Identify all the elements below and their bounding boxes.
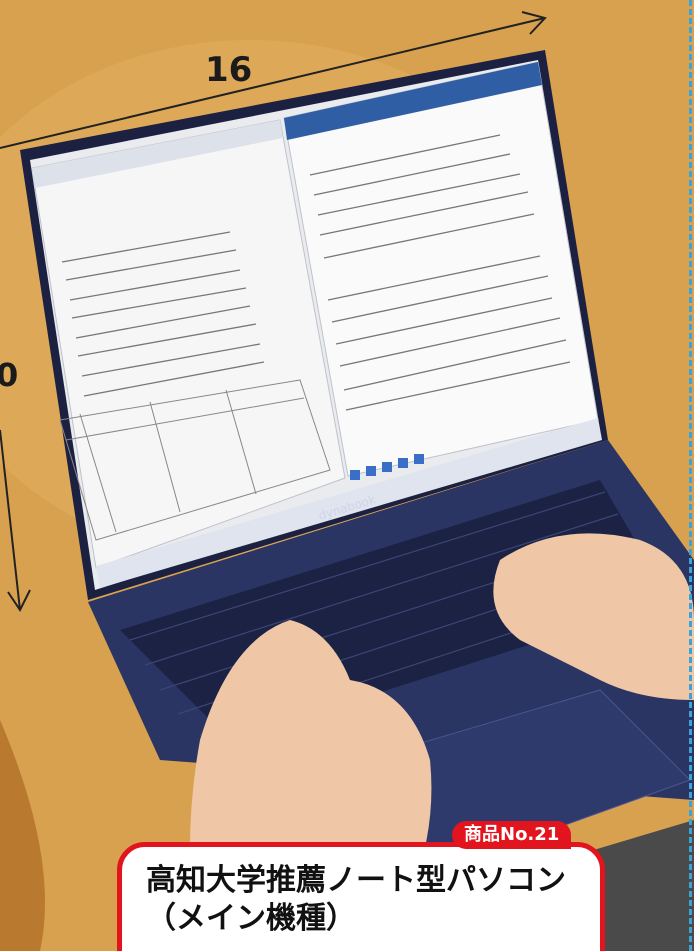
- product-name: 高知大学推薦ノート型パソコン （メイン機種）: [146, 862, 586, 938]
- laptop-photo: dynabook: [0, 0, 694, 951]
- product-name-line-1: 高知大学推薦ノート型パソコン: [146, 863, 566, 898]
- dashed-page-border: [689, 0, 692, 951]
- photo-stage: dynabook 16 0 商品No.21 高知大学推薦ノート型パソコン （メイ…: [0, 0, 694, 951]
- product-number-badge: 商品No.21: [452, 821, 572, 849]
- product-name-line-2: （メイン機種）: [146, 901, 356, 936]
- height-measurement-label: 0: [0, 356, 19, 394]
- width-measurement-label: 16: [205, 50, 253, 90]
